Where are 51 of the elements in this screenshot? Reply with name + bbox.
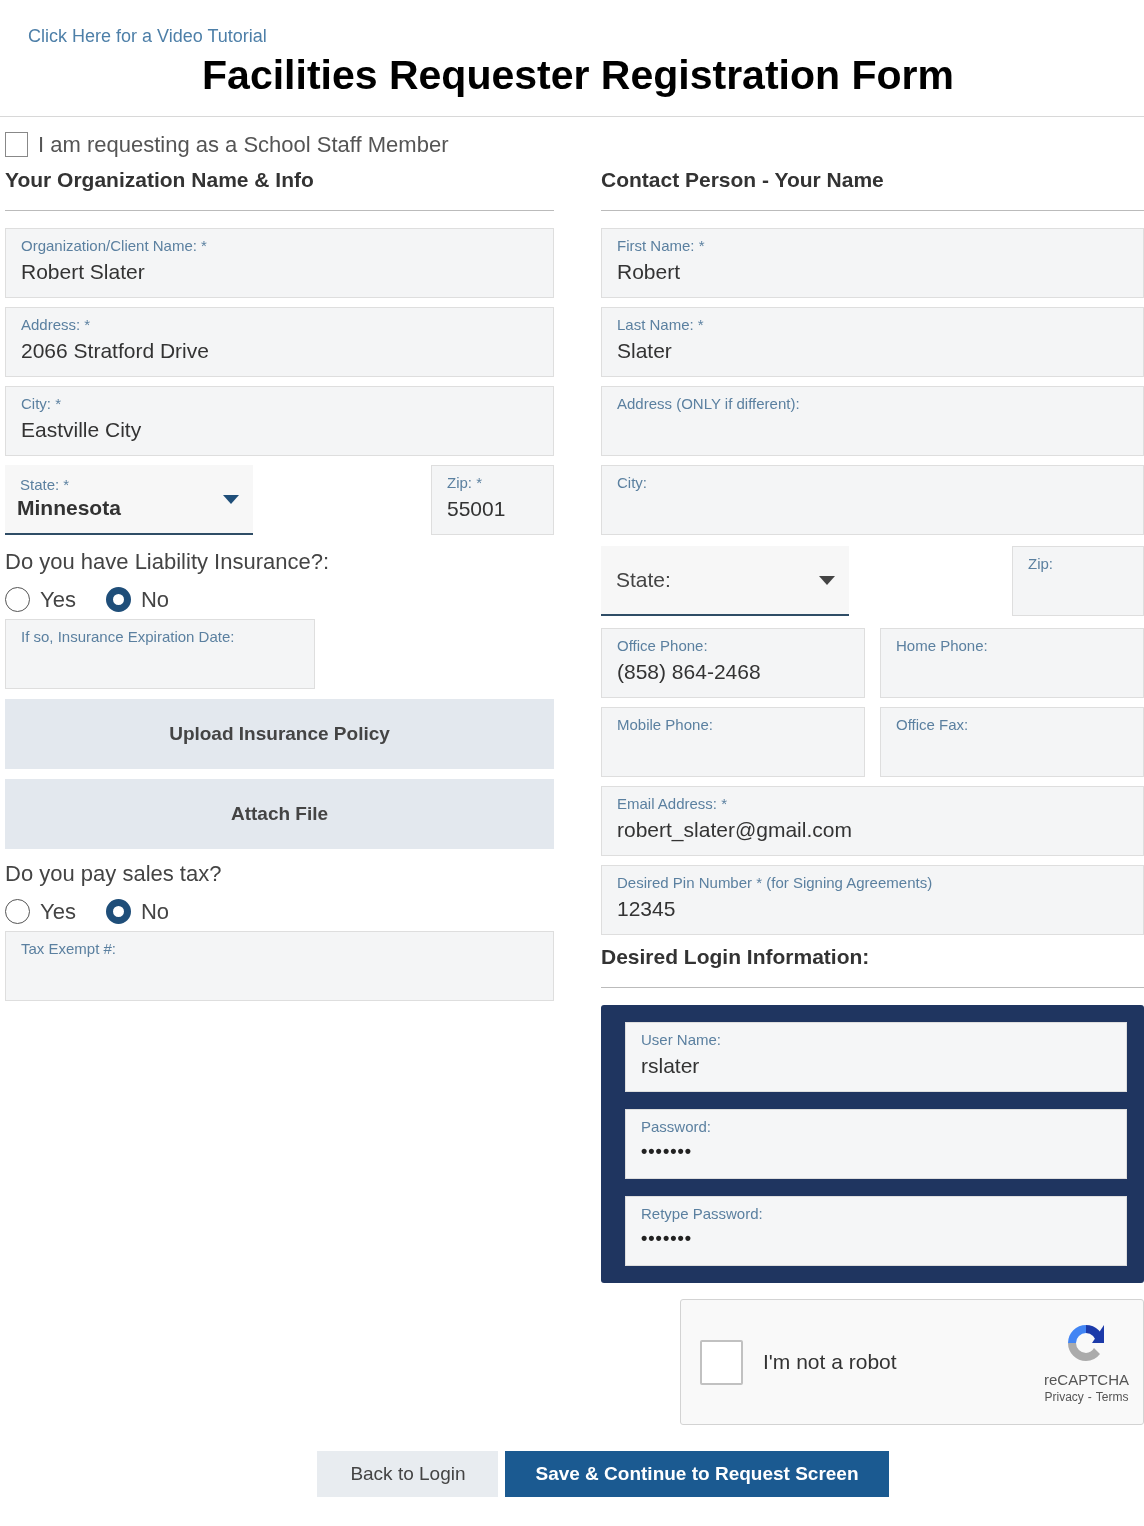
back-to-login-button[interactable]: Back to Login — [317, 1451, 499, 1497]
input-field[interactable]: Tax Exempt #: — [5, 931, 554, 1001]
question-text: Do you have Liability Insurance?: — [5, 548, 331, 576]
checkbox[interactable] — [5, 131, 28, 157]
checkbox-label: I am requesting as a School Staff Member — [38, 130, 449, 159]
input-field[interactable]: Password: ••••••• — [625, 1109, 1127, 1179]
radio-button[interactable] — [105, 898, 131, 924]
input-field[interactable]: Zip: — [1012, 546, 1144, 616]
checkbox[interactable] — [700, 1339, 743, 1385]
radio-button[interactable] — [105, 586, 131, 612]
input-field[interactable]: Last Name: * Slater — [601, 307, 1144, 377]
dropdown[interactable]: State: — [601, 546, 849, 616]
save-continue-button[interactable]: Save & Continue to Request Screen — [505, 1451, 889, 1497]
input-field[interactable]: Zip: * 55001 — [431, 465, 554, 535]
input-field[interactable]: If so, Insurance Expiration Date: — [5, 619, 315, 689]
radio-label: No — [140, 585, 169, 614]
input-field[interactable]: City: * Eastville City — [5, 386, 554, 456]
section-heading: Your Organization Name & Info — [5, 166, 314, 193]
input-field[interactable]: Office Phone: (858) 864-2468 — [601, 628, 865, 698]
checkbox-label: I'm not a robot — [763, 1349, 897, 1376]
dropdown-caret-icon — [223, 494, 239, 504]
radio-button[interactable] — [5, 898, 30, 924]
input-field[interactable]: Mobile Phone: — [601, 707, 865, 777]
question-text: Do you pay sales tax? — [5, 860, 223, 888]
form-title: Facilities Requester Registration Form — [201, 51, 955, 100]
radio-label: Yes — [40, 897, 76, 926]
upload-button[interactable]: Upload Insurance Policy — [5, 699, 554, 769]
radio-button[interactable] — [5, 586, 30, 612]
radio-label: Yes — [40, 585, 76, 614]
input-field[interactable]: Organization/Client Name: * Robert Slater — [5, 228, 554, 298]
section-heading: Desired Login Information: — [601, 943, 870, 970]
input-field[interactable]: Address: * 2066 Stratford Drive — [5, 307, 554, 377]
input-field[interactable]: Office Fax: — [880, 707, 1144, 777]
input-field[interactable]: Address (ONLY if different): — [601, 386, 1144, 456]
upload-button[interactable]: Attach File — [5, 779, 554, 849]
privacy-link[interactable]: Privacy — [1044, 1389, 1084, 1405]
input-field[interactable]: First Name: * Robert — [601, 228, 1144, 298]
recaptcha-brand: reCAPTCHA — [1044, 1371, 1129, 1389]
input-field[interactable]: City: — [601, 465, 1144, 535]
dropdown[interactable]: State: * Minnesota — [5, 465, 253, 535]
dropdown-caret-icon — [819, 575, 835, 585]
separator-text: - — [1087, 1389, 1092, 1405]
radio-label: No — [140, 897, 169, 926]
input-field[interactable]: Retype Password: ••••••• — [625, 1196, 1127, 1266]
section-heading: Contact Person - Your Name — [601, 167, 884, 193]
input-field[interactable]: Desired Pin Number * (for Signing Agreements) 12345 — [601, 865, 1144, 935]
input-field[interactable]: Home Phone: — [880, 628, 1144, 698]
video-tutorial-link[interactable]: Click Here for a Video Tutorial — [28, 26, 267, 46]
input-field[interactable]: Email Address: * robert_slater@gmail.com — [601, 786, 1144, 856]
terms-link[interactable]: Terms — [1095, 1389, 1129, 1405]
input-field[interactable]: User Name: rslater — [625, 1022, 1127, 1092]
